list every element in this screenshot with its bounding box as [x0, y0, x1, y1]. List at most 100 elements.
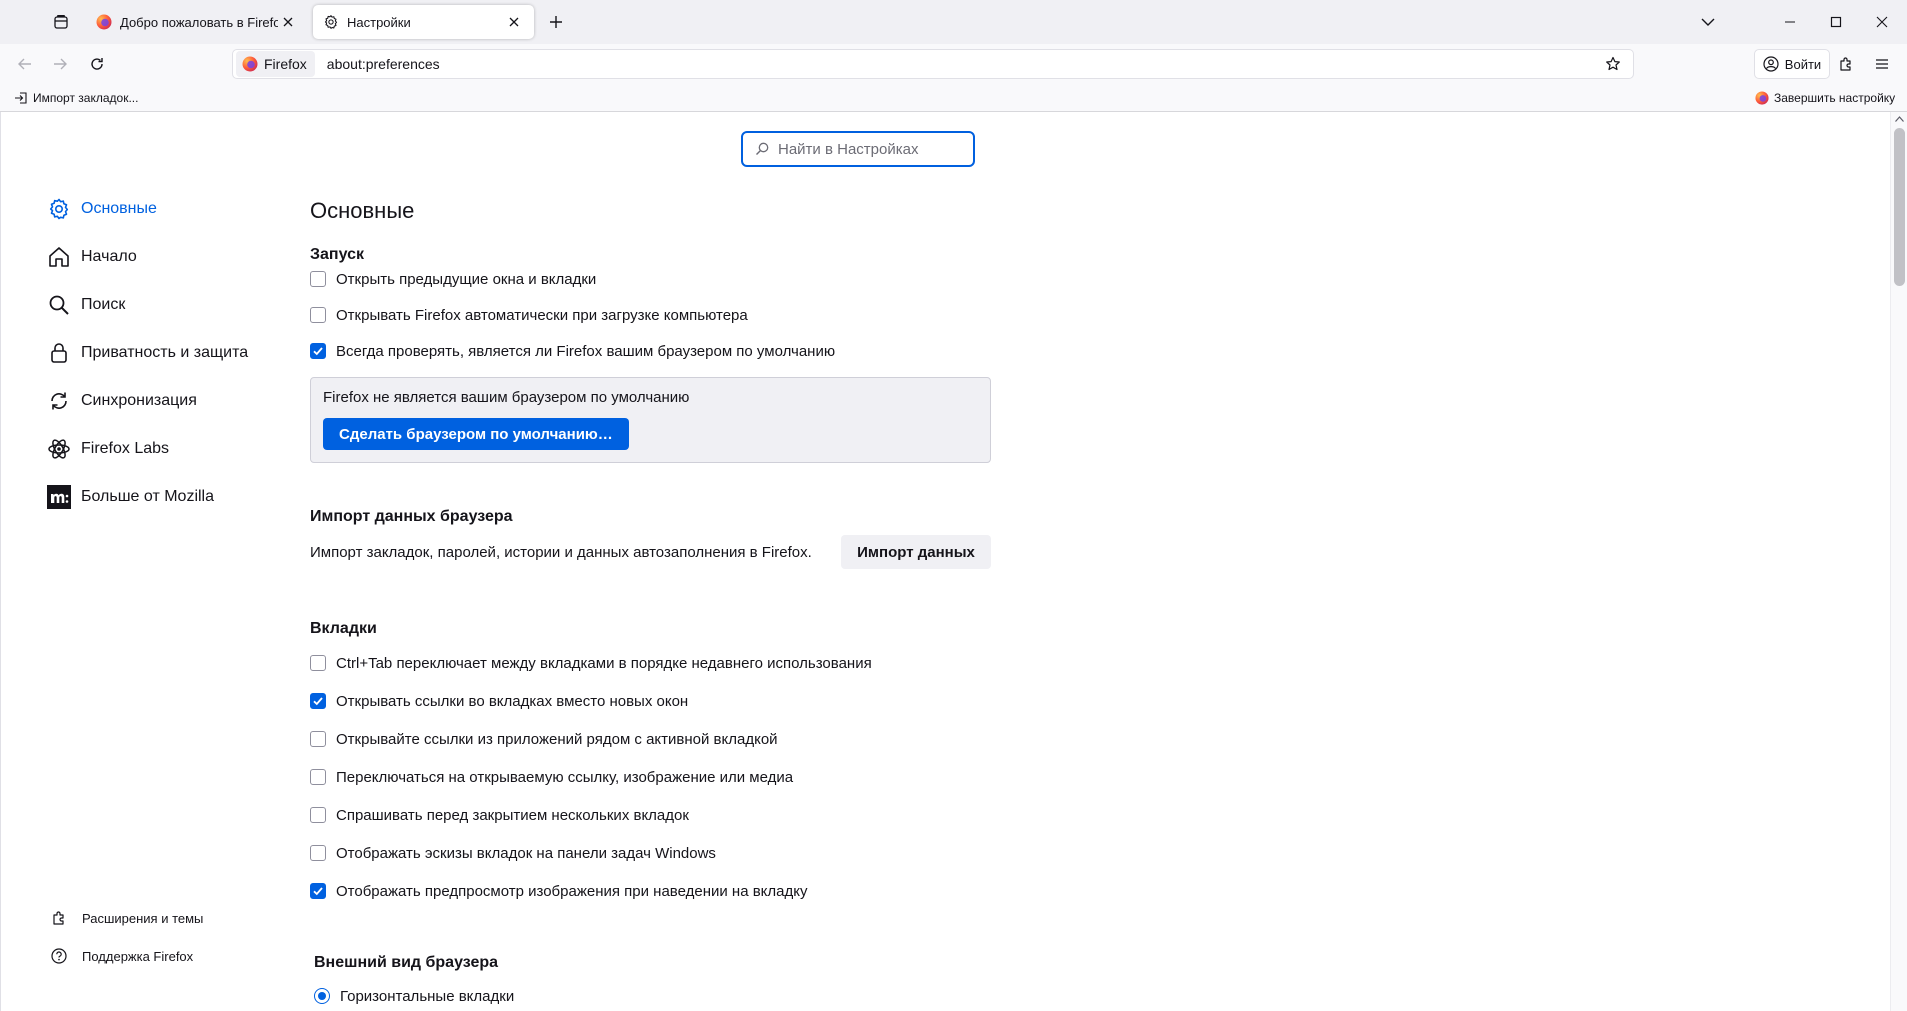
checkbox-label: Отображать предпросмотр изображения при … — [336, 882, 808, 900]
restore-session-checkbox[interactable]: Открыть предыдущие окна и вкладки — [310, 269, 596, 289]
checkbox-label: Открывать ссылки во вкладках вместо новы… — [336, 692, 689, 710]
close-tab-icon[interactable] — [504, 12, 524, 32]
identity-label: Firefox — [264, 56, 307, 72]
checkbox-box[interactable] — [310, 655, 326, 671]
firefox-logo-icon — [242, 56, 258, 72]
account-icon — [1763, 56, 1785, 72]
login-button[interactable]: Войти — [1754, 49, 1830, 79]
import-data-button[interactable]: Импорт данных — [841, 535, 991, 569]
finish-setup-item[interactable]: Завершить настройку — [1755, 89, 1895, 107]
url-text[interactable]: about:preferences — [327, 56, 1599, 72]
list-all-tabs-button[interactable] — [1694, 10, 1722, 34]
search-icon — [47, 293, 71, 317]
category-label: Начало — [81, 248, 137, 265]
checkbox-label: Открывать Firefox автоматически при загр… — [336, 306, 748, 324]
import-description: Импорт закладок, паролей, истории и данн… — [310, 544, 812, 561]
maximize-icon — [1830, 16, 1842, 28]
help-icon — [50, 947, 68, 965]
gear-icon — [323, 14, 339, 30]
back-button[interactable] — [11, 50, 39, 78]
make-default-button[interactable]: Сделать браузером по умолчанию… — [323, 418, 629, 450]
category-home[interactable]: Начало — [47, 243, 287, 271]
new-tab-button[interactable] — [542, 10, 570, 34]
category-search[interactable]: Поиск — [47, 291, 287, 319]
horizontal-tabs-radio[interactable]: Горизонтальные вкладки — [314, 986, 514, 1006]
import-icon — [14, 91, 33, 105]
checkmark-icon — [313, 697, 323, 706]
check-default-browser-checkbox[interactable]: Всегда проверять, является ли Firefox ва… — [310, 341, 835, 361]
checkbox-box[interactable] — [310, 693, 326, 709]
close-tab-icon[interactable] — [278, 12, 298, 32]
app-menu-button[interactable] — [1868, 50, 1896, 78]
identity-box[interactable]: Firefox — [236, 51, 315, 77]
bookmark-star-icon[interactable] — [1599, 50, 1627, 78]
radio-button[interactable] — [314, 988, 330, 1004]
extensions-button[interactable] — [1832, 50, 1860, 78]
category-privacy[interactable]: Приватность и защита — [47, 339, 287, 367]
navigation-toolbar: Firefox about:preferences Войти — [0, 44, 1907, 84]
category-general[interactable]: Основные — [47, 195, 287, 223]
sync-icon — [47, 389, 71, 413]
warn-on-close-tabs-checkbox[interactable]: Спрашивать перед закрытием нескольких вк… — [310, 805, 689, 825]
open-links-in-tabs-checkbox[interactable]: Открывать ссылки во вкладках вместо новы… — [310, 691, 688, 711]
checkbox-box[interactable] — [310, 343, 326, 359]
checkbox-box[interactable] — [310, 883, 326, 899]
forward-button[interactable] — [46, 50, 74, 78]
checkbox-label: Переключаться на открываемую ссылку, изо… — [336, 768, 794, 786]
category-label: Приватность и защита — [81, 344, 249, 361]
startup-section-title: Запуск — [310, 246, 364, 263]
checkbox-box[interactable] — [310, 271, 326, 287]
category-sync[interactable]: Синхронизация — [47, 387, 287, 415]
tab-strip: Добро пожаловать в Firefox Настройки — [0, 0, 1907, 44]
appearance-section-title: Внешний вид браузера — [314, 954, 499, 971]
labs-icon — [47, 437, 71, 461]
category-label: Firefox Labs — [81, 440, 170, 457]
checkbox-box[interactable] — [310, 307, 326, 323]
category-label: Больше от Mozilla — [81, 488, 215, 505]
checkbox-box[interactable] — [310, 731, 326, 747]
tab-hover-preview-checkbox[interactable]: Отображать предпросмотр изображения при … — [310, 881, 808, 901]
settings-search-input[interactable] — [778, 140, 958, 158]
tab-settings[interactable]: Настройки — [313, 5, 534, 39]
firefox-logo-icon — [1755, 91, 1774, 105]
extensions-themes-link[interactable]: Расширения и темы — [47, 904, 287, 932]
checkmark-icon — [313, 887, 323, 896]
category-firefox-labs[interactable]: Firefox Labs — [47, 435, 287, 463]
checkbox-label: Спрашивать перед закрытием нескольких вк… — [336, 806, 689, 824]
ctrl-tab-checkbox[interactable]: Ctrl+Tab переключает между вкладками в п… — [310, 653, 872, 673]
checkbox-box[interactable] — [310, 845, 326, 861]
minimize-button[interactable] — [1767, 0, 1813, 44]
checkbox-label: Открывайте ссылки из приложений рядом с … — [336, 730, 778, 748]
page-scrollbar[interactable] — [1890, 112, 1907, 1011]
gear-icon — [47, 197, 71, 221]
footer-link-label: Расширения и темы — [82, 910, 204, 926]
taskbar-previews-checkbox[interactable]: Отображать эскизы вкладок на панели зада… — [310, 843, 716, 863]
maximize-button[interactable] — [1813, 0, 1859, 44]
scroll-up-arrow-icon[interactable] — [1895, 116, 1904, 122]
category-more-from-mozilla[interactable]: Больше от Mozilla — [47, 483, 287, 511]
checkbox-label: Открыть предыдущие окна и вкладки — [336, 270, 597, 288]
checkbox-label: Отображать эскизы вкладок на панели зада… — [336, 844, 716, 862]
hamburger-menu-icon — [1874, 56, 1890, 72]
checkbox-box[interactable] — [310, 807, 326, 823]
arrow-right-icon — [52, 56, 68, 72]
firefox-view-button[interactable] — [48, 10, 74, 34]
switch-to-new-tabs-checkbox[interactable]: Переключаться на открываемую ссылку, изо… — [310, 767, 793, 787]
reload-button[interactable] — [83, 50, 111, 78]
close-window-button[interactable] — [1859, 0, 1905, 44]
chevron-down-icon — [1701, 17, 1715, 27]
plus-icon — [549, 15, 563, 29]
open-app-links-next-checkbox[interactable]: Открывайте ссылки из приложений рядом с … — [310, 729, 778, 749]
firefox-support-link[interactable]: Поддержка Firefox — [47, 942, 287, 970]
address-bar[interactable]: Firefox about:preferences — [232, 49, 1634, 79]
reload-icon — [89, 56, 105, 72]
settings-search[interactable] — [741, 131, 975, 167]
autostart-checkbox[interactable]: Открывать Firefox автоматически при загр… — [310, 305, 748, 325]
scrollbar-thumb[interactable] — [1894, 128, 1905, 286]
tab-title: Добро пожаловать в Firefox — [120, 14, 278, 30]
tab-welcome[interactable]: Добро пожаловать в Firefox — [86, 5, 308, 39]
category-label: Поиск — [81, 296, 126, 313]
import-bookmarks-item[interactable]: Импорт закладок... — [14, 89, 138, 107]
checkbox-box[interactable] — [310, 769, 326, 785]
minimize-icon — [1784, 16, 1796, 28]
